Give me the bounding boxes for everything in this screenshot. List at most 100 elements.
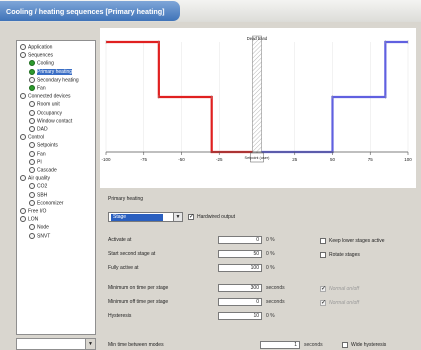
tree-node-icon xyxy=(29,232,35,239)
tree-item-label: Room unit xyxy=(37,101,60,108)
x-tick-label: -50 xyxy=(178,157,185,162)
tree-item[interactable]: Primary heating xyxy=(29,68,73,76)
mode-select[interactable]: Stage ▼ xyxy=(108,212,183,222)
tree-item[interactable]: Control xyxy=(20,134,44,141)
setting-input[interactable]: 0 xyxy=(218,236,262,244)
tree-item[interactable]: Setpoints xyxy=(29,142,58,149)
setting-input[interactable]: 0 xyxy=(218,298,262,306)
setting-unit: 0 % xyxy=(266,313,275,319)
tree-item[interactable]: CO2 xyxy=(29,183,47,190)
x-tick-label: 25 xyxy=(292,157,298,162)
tree-item[interactable]: Secondary heating xyxy=(29,76,79,84)
tree-item-label: Occupancy xyxy=(37,109,63,116)
title-bar: Cooling / heating sequences [Primary hea… xyxy=(0,0,421,22)
sequence-chart: -100-75-50-250255075100Dead bandSetpoint… xyxy=(100,28,416,188)
tree-item-label: Connected devices xyxy=(28,93,71,100)
tree-node-icon xyxy=(29,117,35,124)
tree-item[interactable]: DAD xyxy=(29,126,48,133)
tree-item-label: LON xyxy=(28,216,39,223)
tree-item[interactable]: Economizer xyxy=(29,199,64,207)
tree-item[interactable]: PI xyxy=(29,158,42,166)
min-time-between-modes-input[interactable]: 1 xyxy=(260,341,300,349)
tree-item[interactable]: Occupancy xyxy=(29,109,63,117)
tree-item-label: Node xyxy=(37,224,49,231)
tree-item[interactable]: Free I/O xyxy=(20,208,46,215)
tree-node-icon xyxy=(29,126,35,132)
navigation-tree[interactable]: Application Sequences Cooling Primary heati… xyxy=(16,40,96,335)
tree-item[interactable]: SBH xyxy=(29,191,47,199)
hardwired-output-label: Hardwired output xyxy=(197,214,236,220)
option-label: Rotate stages xyxy=(329,252,360,258)
tree-item-label: Free I/O xyxy=(28,208,47,215)
tree-item-label: DAD xyxy=(37,126,48,133)
tree-item[interactable]: Cooling xyxy=(29,60,54,67)
chevron-down-icon[interactable]: ▼ xyxy=(173,213,182,221)
tree-item[interactable]: Cascade xyxy=(29,167,57,174)
tree-item-label: PI xyxy=(37,159,42,166)
tree-node-icon xyxy=(20,134,26,141)
hardwired-output-checkbox[interactable] xyxy=(188,213,194,220)
setting-input[interactable]: 50 xyxy=(218,250,262,258)
option-checkbox[interactable] xyxy=(320,238,326,244)
tree-item[interactable]: Application xyxy=(20,44,52,51)
setting-label: Minimum off time per stage xyxy=(108,299,169,305)
setting-label: Hysteresis xyxy=(108,313,132,319)
tree-item-label: Cascade xyxy=(37,167,57,174)
tree-item[interactable]: Sequences xyxy=(20,52,53,59)
status-dot-icon xyxy=(29,60,35,67)
setting-input[interactable]: 300 xyxy=(218,284,262,292)
sequence-chart-svg: -100-75-50-250255075100Dead bandSetpoint… xyxy=(101,35,412,163)
tree-item[interactable]: Fan xyxy=(29,85,46,92)
x-tick-label: 50 xyxy=(330,157,336,162)
tree-item[interactable]: Fan xyxy=(29,150,46,158)
tree-node-icon xyxy=(20,44,26,50)
tree-item-label: Sequences xyxy=(28,52,54,59)
dead-band-label: Dead band xyxy=(247,36,268,41)
status-dot-icon xyxy=(29,85,35,91)
chevron-down-icon[interactable]: ▼ xyxy=(85,339,95,349)
setting-label: Activate at xyxy=(108,237,132,243)
tree-node-icon xyxy=(29,142,35,149)
tree-node-icon xyxy=(20,175,26,182)
setting-unit: seconds xyxy=(266,285,285,291)
tree-node-icon xyxy=(29,167,35,173)
tree-node-icon xyxy=(20,208,26,214)
mode-select-value: Stage xyxy=(111,214,163,221)
tree-item-label: Setpoints xyxy=(37,142,58,149)
option-checkbox xyxy=(320,299,326,306)
tree-item[interactable]: Window contact xyxy=(29,117,73,125)
option-checkbox[interactable] xyxy=(320,252,326,258)
app-window: Cooling / heating sequences [Primary hea… xyxy=(0,0,421,350)
tree-item-label: Economizer xyxy=(37,200,64,207)
tree-item-label: Primary heating xyxy=(37,68,73,75)
tree-item[interactable]: Node xyxy=(29,224,49,231)
tree-item-label: Cooling xyxy=(37,60,54,67)
wide-hysteresis-checkbox[interactable] xyxy=(342,342,348,348)
tree-item[interactable]: SNVT xyxy=(29,232,50,240)
tree-node-icon xyxy=(29,109,35,116)
setting-input[interactable]: 10 xyxy=(218,312,262,320)
settings-panel: Primary heating Stage ▼ Hardwired output… xyxy=(100,190,416,350)
tree-item[interactable]: Room unit xyxy=(29,101,60,108)
tree-node-icon xyxy=(29,158,35,165)
wide-hysteresis-label: Wide hysteresis xyxy=(351,342,387,348)
setting-input[interactable]: 100 xyxy=(218,264,262,272)
tree-node-icon xyxy=(29,199,35,206)
tree-node-icon xyxy=(20,52,26,59)
tree-item-label: Window contact xyxy=(37,118,73,125)
setting-unit: 0 % xyxy=(266,251,275,257)
option-label: Keep lower stages active xyxy=(329,238,385,244)
tree-item[interactable]: Air quality xyxy=(20,175,50,182)
tree-item[interactable]: LON xyxy=(20,216,38,223)
x-tick-label: -75 xyxy=(140,157,147,162)
setting-label: Minimum on time per stage xyxy=(108,285,169,291)
setting-unit: 0 % xyxy=(266,237,275,243)
setting-label: Start second stage at xyxy=(108,251,156,257)
tree-filter-dropdown[interactable]: ▼ xyxy=(16,338,96,350)
tree-node-icon xyxy=(20,93,26,100)
option-label: Normal on/off xyxy=(329,286,360,292)
x-tick-label: 75 xyxy=(368,157,374,162)
x-tick-label: -100 xyxy=(101,157,111,162)
tree-item[interactable]: Connected devices xyxy=(20,93,71,100)
option-label: Normal on/off xyxy=(329,300,360,306)
